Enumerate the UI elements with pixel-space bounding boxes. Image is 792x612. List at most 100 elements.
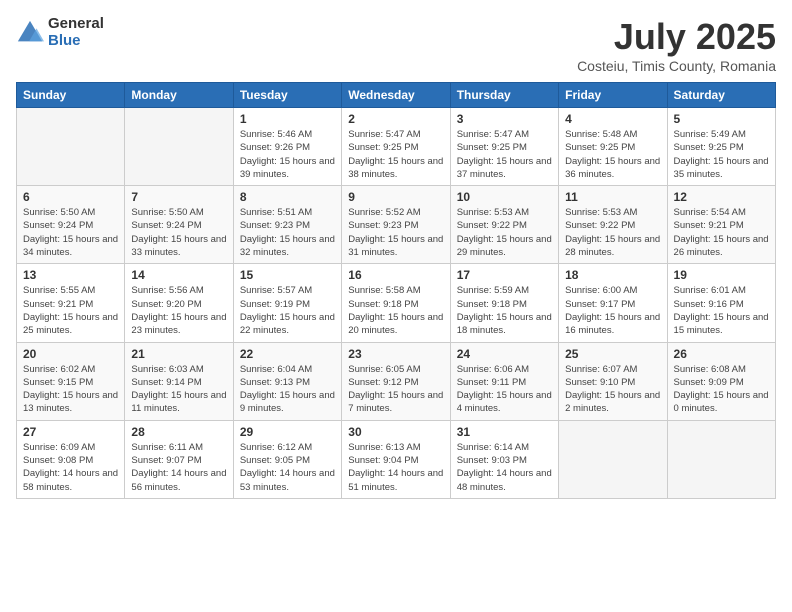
day-info: Sunrise: 6:08 AM Sunset: 9:09 PM Dayligh… [674,363,769,416]
logo-text: General Blue [48,16,104,49]
calendar-cell: 28Sunrise: 6:11 AM Sunset: 9:07 PM Dayli… [125,420,233,498]
day-info: Sunrise: 6:01 AM Sunset: 9:16 PM Dayligh… [674,284,769,337]
day-number: 11 [565,190,660,204]
day-number: 30 [348,425,443,439]
day-number: 6 [23,190,118,204]
day-info: Sunrise: 5:55 AM Sunset: 9:21 PM Dayligh… [23,284,118,337]
day-header-tuesday: Tuesday [233,83,341,108]
calendar-cell [559,420,667,498]
calendar-cell: 25Sunrise: 6:07 AM Sunset: 9:10 PM Dayli… [559,342,667,420]
logo-icon [16,19,44,47]
day-info: Sunrise: 5:47 AM Sunset: 9:25 PM Dayligh… [457,128,552,181]
calendar-cell: 14Sunrise: 5:56 AM Sunset: 9:20 PM Dayli… [125,264,233,342]
logo-general-text: General [48,16,104,33]
day-info: Sunrise: 5:50 AM Sunset: 9:24 PM Dayligh… [23,206,118,259]
calendar-week-row: 20 Sunrise: 6:02 AM Sunset: 9:15 PM Dayli… [17,342,776,420]
day-number: 7 [131,190,226,204]
calendar-week-row: 6 Sunrise: 5:50 AM Sunset: 9:24 PM Daylig… [17,186,776,264]
day-number: 13 [23,268,118,282]
calendar-cell: 16Sunrise: 5:58 AM Sunset: 9:18 PM Dayli… [342,264,450,342]
day-info: Sunrise: 6:06 AM Sunset: 9:11 PM Dayligh… [457,363,552,416]
day-info: Sunrise: 5:46 AM Sunset: 9:26 PM Dayligh… [240,128,335,181]
calendar-cell: 5Sunrise: 5:49 AM Sunset: 9:25 PM Daylig… [667,108,775,186]
day-number: 10 [457,190,552,204]
day-number: 19 [674,268,769,282]
calendar-cell: 6 Sunrise: 5:50 AM Sunset: 9:24 PM Daylig… [17,186,125,264]
day-header-monday: Monday [125,83,233,108]
calendar-cell: 12 Sunrise: 5:54 AM Sunset: 9:21 PM Dayli… [667,186,775,264]
day-number: 12 [674,190,769,204]
calendar-cell: 22Sunrise: 6:04 AM Sunset: 9:13 PM Dayli… [233,342,341,420]
day-number: 15 [240,268,335,282]
calendar-week-row: 13 Sunrise: 5:55 AM Sunset: 9:21 PM Dayli… [17,264,776,342]
day-number: 17 [457,268,552,282]
day-number: 20 [23,347,118,361]
calendar-cell: 10 Sunrise: 5:53 AM Sunset: 9:22 PM Dayli… [450,186,558,264]
calendar-cell: 21 Sunrise: 6:03 AM Sunset: 9:14 PM Dayli… [125,342,233,420]
day-info: Sunrise: 5:53 AM Sunset: 9:22 PM Dayligh… [565,206,660,259]
calendar-cell: 17 Sunrise: 5:59 AM Sunset: 9:18 PM Dayli… [450,264,558,342]
day-number: 2 [348,112,443,126]
calendar-title: July 2025 [577,16,776,58]
day-number: 16 [348,268,443,282]
calendar-cell [125,108,233,186]
day-info: Sunrise: 6:07 AM Sunset: 9:10 PM Dayligh… [565,363,660,416]
day-info: Sunrise: 5:54 AM Sunset: 9:21 PM Dayligh… [674,206,769,259]
day-header-sunday: Sunday [17,83,125,108]
day-header-saturday: Saturday [667,83,775,108]
day-info: Sunrise: 5:50 AM Sunset: 9:24 PM Dayligh… [131,206,226,259]
day-info: Sunrise: 5:57 AM Sunset: 9:19 PM Dayligh… [240,284,335,337]
calendar-cell: 24 Sunrise: 6:06 AM Sunset: 9:11 PM Dayli… [450,342,558,420]
day-info: Sunrise: 5:49 AM Sunset: 9:25 PM Dayligh… [674,128,769,181]
calendar-cell: 15 Sunrise: 5:57 AM Sunset: 9:19 PM Dayli… [233,264,341,342]
day-number: 4 [565,112,660,126]
calendar-cell: 11 Sunrise: 5:53 AM Sunset: 9:22 PM Dayli… [559,186,667,264]
day-info: Sunrise: 6:09 AM Sunset: 9:08 PM Dayligh… [23,441,118,494]
calendar-subtitle: Costeiu, Timis County, Romania [577,58,776,74]
day-number: 1 [240,112,335,126]
day-info: Sunrise: 6:11 AM Sunset: 9:07 PM Dayligh… [131,441,226,494]
calendar-cell: 27 Sunrise: 6:09 AM Sunset: 9:08 PM Dayli… [17,420,125,498]
calendar-cell: 29Sunrise: 6:12 AM Sunset: 9:05 PM Dayli… [233,420,341,498]
day-number: 26 [674,347,769,361]
day-info: Sunrise: 5:48 AM Sunset: 9:25 PM Dayligh… [565,128,660,181]
day-number: 18 [565,268,660,282]
calendar-table: SundayMondayTuesdayWednesdayThursdayFrid… [16,82,776,499]
day-number: 3 [457,112,552,126]
logo: General Blue [16,16,104,49]
day-number: 29 [240,425,335,439]
day-info: Sunrise: 6:03 AM Sunset: 9:14 PM Dayligh… [131,363,226,416]
day-info: Sunrise: 6:02 AM Sunset: 9:15 PM Dayligh… [23,363,118,416]
calendar-cell [17,108,125,186]
day-number: 9 [348,190,443,204]
day-info: Sunrise: 5:52 AM Sunset: 9:23 PM Dayligh… [348,206,443,259]
day-info: Sunrise: 5:53 AM Sunset: 9:22 PM Dayligh… [457,206,552,259]
day-header-thursday: Thursday [450,83,558,108]
calendar-cell: 18 Sunrise: 6:00 AM Sunset: 9:17 PM Dayli… [559,264,667,342]
calendar-cell: 20 Sunrise: 6:02 AM Sunset: 9:15 PM Dayli… [17,342,125,420]
day-info: Sunrise: 5:51 AM Sunset: 9:23 PM Dayligh… [240,206,335,259]
day-number: 24 [457,347,552,361]
day-info: Sunrise: 6:00 AM Sunset: 9:17 PM Dayligh… [565,284,660,337]
calendar-header-row: SundayMondayTuesdayWednesdayThursdayFrid… [17,83,776,108]
calendar-cell: 1 Sunrise: 5:46 AM Sunset: 9:26 PM Daylig… [233,108,341,186]
logo-blue-text: Blue [48,33,104,50]
day-number: 27 [23,425,118,439]
title-block: July 2025 Costeiu, Timis County, Romania [577,16,776,74]
calendar-cell: 3 Sunrise: 5:47 AM Sunset: 9:25 PM Daylig… [450,108,558,186]
day-info: Sunrise: 6:05 AM Sunset: 9:12 PM Dayligh… [348,363,443,416]
day-number: 22 [240,347,335,361]
calendar-cell: 31Sunrise: 6:14 AM Sunset: 9:03 PM Dayli… [450,420,558,498]
day-header-wednesday: Wednesday [342,83,450,108]
calendar-cell: 30Sunrise: 6:13 AM Sunset: 9:04 PM Dayli… [342,420,450,498]
day-info: Sunrise: 5:59 AM Sunset: 9:18 PM Dayligh… [457,284,552,337]
calendar-cell: 19 Sunrise: 6:01 AM Sunset: 9:16 PM Dayli… [667,264,775,342]
calendar-cell: 9 Sunrise: 5:52 AM Sunset: 9:23 PM Daylig… [342,186,450,264]
calendar-week-row: 27 Sunrise: 6:09 AM Sunset: 9:08 PM Dayli… [17,420,776,498]
calendar-cell: 26 Sunrise: 6:08 AM Sunset: 9:09 PM Dayli… [667,342,775,420]
day-info: Sunrise: 5:56 AM Sunset: 9:20 PM Dayligh… [131,284,226,337]
day-number: 23 [348,347,443,361]
day-header-friday: Friday [559,83,667,108]
day-number: 21 [131,347,226,361]
calendar-week-row: 1 Sunrise: 5:46 AM Sunset: 9:26 PM Daylig… [17,108,776,186]
